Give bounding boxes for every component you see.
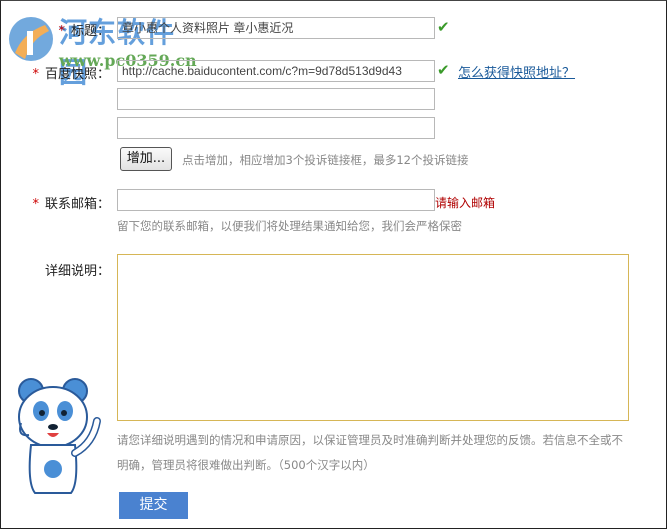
detail-hint-line1: 请您详细说明遇到的情况和申请原因，以保证管理员及时准确判断并处理您的反馈。若信息… <box>117 433 623 447</box>
snapshot-input-2[interactable] <box>117 88 435 110</box>
detail-label: 详细说明： <box>44 264 110 279</box>
logo-icon <box>9 17 53 61</box>
snapshot-input-3[interactable] <box>117 117 435 139</box>
detail-hint-line2: 明确，管理员将很难做出判断。（500个汉字以内） <box>117 458 375 472</box>
email-label-text: 联系邮箱： <box>44 197 110 212</box>
title-label-text: 标题： <box>70 24 110 39</box>
snapshot-label-text: 百度快照： <box>44 67 110 82</box>
add-link-button[interactable]: 增加... <box>120 147 172 171</box>
required-mark: * <box>58 24 65 39</box>
required-mark: * <box>32 197 39 212</box>
email-hint: 留下您的联系邮箱，以便我们将处理结果通知给您，我们会严格保密 <box>117 219 462 233</box>
email-error: 请输入邮箱 <box>435 196 496 210</box>
report-form-page: 河东软件园 www.pc0359.cn * 标题： 章小惠个人资料照片 章小惠近况… <box>0 0 667 529</box>
submit-button[interactable]: 提交 <box>119 492 188 519</box>
required-mark: * <box>32 67 39 82</box>
check-icon: ✔ <box>437 18 450 36</box>
email-input[interactable] <box>117 189 435 211</box>
bear-mascot-icon <box>18 378 101 494</box>
how-to-get-snapshot-link[interactable]: 怎么获得快照地址？ <box>458 62 575 81</box>
title-input[interactable]: 章小惠个人资料照片 章小惠近况 <box>117 17 435 39</box>
detail-textarea[interactable] <box>117 254 629 421</box>
title-label: * 标题： <box>58 20 110 39</box>
add-hint: 点击增加，相应增加3个投诉链接框，最多12个投诉链接 <box>182 153 469 167</box>
check-icon: ✔ <box>437 61 450 79</box>
snapshot-input-1[interactable]: http://cache.baiducontent.com/c?m=9d78d5… <box>117 60 435 82</box>
email-label: * 联系邮箱： <box>32 193 110 212</box>
snapshot-label: * 百度快照： <box>32 63 110 82</box>
